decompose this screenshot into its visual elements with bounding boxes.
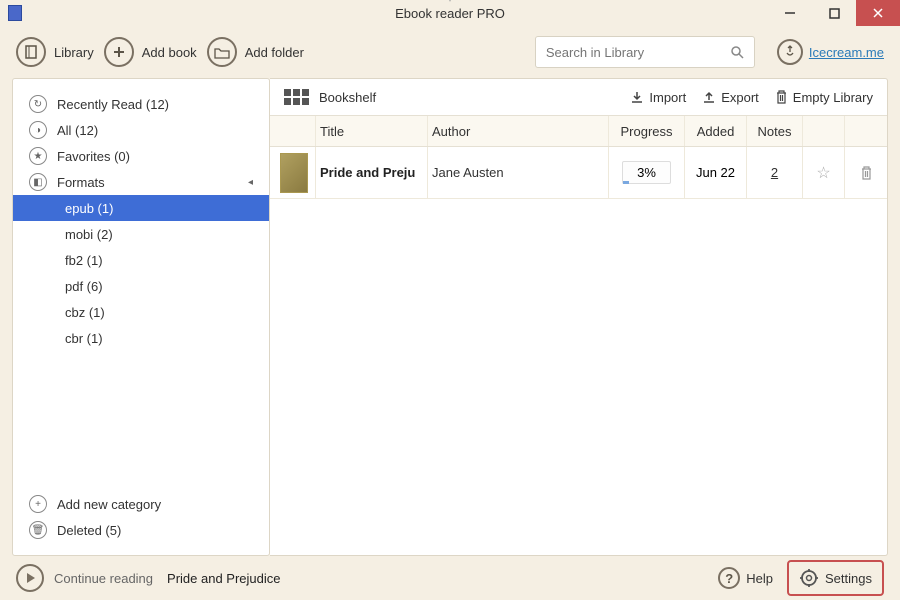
continue-label: Continue reading bbox=[54, 571, 153, 586]
sidebar-item-label: All (12) bbox=[57, 123, 98, 138]
add-folder-button[interactable]: Add folder bbox=[207, 37, 304, 67]
sidebar-item-recent[interactable]: ↻ Recently Read (12) bbox=[13, 91, 269, 117]
sidebar-item-label: Deleted (5) bbox=[57, 523, 121, 538]
export-icon bbox=[702, 90, 716, 104]
library-label: Library bbox=[54, 45, 94, 60]
close-button[interactable] bbox=[856, 0, 900, 26]
col-added[interactable]: ▾Added bbox=[685, 116, 747, 146]
sidebar-item-label: Recently Read (12) bbox=[57, 97, 169, 112]
import-button[interactable]: Import bbox=[630, 90, 686, 105]
add-book-button[interactable]: Add book bbox=[104, 37, 197, 67]
continue-title[interactable]: Pride and Prejudice bbox=[167, 571, 280, 586]
sidebar-deleted[interactable]: 🗑 Deleted (5) bbox=[13, 517, 269, 543]
sidebar-format-mobi[interactable]: mobi (2) bbox=[13, 221, 269, 247]
row-author: Jane Austen bbox=[428, 147, 609, 198]
app-icon bbox=[8, 5, 22, 21]
search-box[interactable] bbox=[535, 36, 755, 68]
minimize-button[interactable] bbox=[768, 0, 812, 26]
sidebar-add-category[interactable]: + Add new category bbox=[13, 491, 269, 517]
library-button[interactable]: Library bbox=[16, 37, 94, 67]
sidebar: ↻ Recently Read (12) ◑ All (12) ★ Favori… bbox=[12, 78, 270, 556]
sidebar-item-label: Favorites (0) bbox=[57, 149, 130, 164]
book-icon bbox=[16, 37, 46, 67]
star-icon: ★ bbox=[29, 147, 47, 165]
collapse-arrow-icon: ◂ bbox=[248, 177, 253, 188]
gear-icon bbox=[799, 568, 819, 588]
search-input[interactable] bbox=[546, 45, 730, 60]
row-notes[interactable]: 2 bbox=[771, 165, 778, 180]
shelf-toolbar: Bookshelf Import Export Empty Library bbox=[270, 79, 887, 115]
user-icon bbox=[777, 39, 803, 65]
add-folder-label: Add folder bbox=[245, 45, 304, 60]
all-icon: ◑ bbox=[29, 121, 47, 139]
sidebar-item-label: Add new category bbox=[57, 497, 161, 512]
sort-indicator-icon: ▾ bbox=[448, 0, 453, 5]
plus-icon bbox=[104, 37, 134, 67]
help-button[interactable]: ? Help bbox=[718, 567, 773, 589]
sidebar-format-fb2[interactable]: fb2 (1) bbox=[13, 247, 269, 273]
sidebar-item-formats[interactable]: ◧ Formats ◂ bbox=[13, 169, 269, 195]
window-title: Ebook reader PRO bbox=[395, 6, 505, 21]
help-icon: ? bbox=[718, 567, 740, 589]
add-book-label: Add book bbox=[142, 45, 197, 60]
row-progress: 3% bbox=[622, 161, 671, 184]
col-author[interactable]: Author bbox=[428, 116, 609, 146]
book-thumbnail[interactable] bbox=[280, 153, 308, 193]
favorite-star-icon[interactable]: ☆ bbox=[816, 163, 830, 183]
settings-button[interactable]: Settings bbox=[787, 560, 884, 596]
trash-icon bbox=[775, 90, 788, 104]
sidebar-item-favorites[interactable]: ★ Favorites (0) bbox=[13, 143, 269, 169]
recent-icon: ↻ bbox=[29, 95, 47, 113]
play-icon[interactable] bbox=[16, 564, 44, 592]
progress-bar bbox=[623, 181, 629, 184]
table-row[interactable]: Pride and Preju Jane Austen 3% Jun 22 2 … bbox=[270, 147, 887, 199]
table-header: Title Author Progress ▾Added Notes bbox=[270, 115, 887, 147]
col-notes[interactable]: Notes bbox=[747, 116, 803, 146]
sidebar-format-cbz[interactable]: cbz (1) bbox=[13, 299, 269, 325]
row-title: Pride and Preju bbox=[316, 147, 428, 198]
folder-plus-icon bbox=[207, 37, 237, 67]
row-added: Jun 22 bbox=[685, 147, 747, 198]
maximize-button[interactable] bbox=[812, 0, 856, 26]
user-link-text[interactable]: Icecream.me bbox=[809, 45, 884, 60]
delete-row-icon[interactable] bbox=[860, 166, 873, 180]
trash-icon: 🗑 bbox=[29, 521, 47, 539]
search-icon[interactable] bbox=[730, 45, 744, 59]
col-progress[interactable]: Progress bbox=[609, 116, 685, 146]
content: Bookshelf Import Export Empty Library Ti… bbox=[270, 78, 888, 556]
sidebar-format-pdf[interactable]: pdf (6) bbox=[13, 273, 269, 299]
plus-icon: + bbox=[29, 495, 47, 513]
shelf-label: Bookshelf bbox=[319, 90, 376, 105]
sidebar-format-epub[interactable]: epub (1) bbox=[13, 195, 269, 221]
empty-library-button[interactable]: Empty Library bbox=[775, 90, 873, 105]
export-button[interactable]: Export bbox=[702, 90, 759, 105]
doc-icon: ◧ bbox=[29, 173, 47, 191]
sidebar-format-cbr[interactable]: cbr (1) bbox=[13, 325, 269, 351]
col-title[interactable]: Title bbox=[316, 116, 428, 146]
grid-view-icon[interactable] bbox=[284, 89, 309, 105]
import-icon bbox=[630, 90, 644, 104]
sidebar-item-label: Formats bbox=[57, 175, 105, 190]
sidebar-item-all[interactable]: ◑ All (12) bbox=[13, 117, 269, 143]
bottom-bar: Continue reading Pride and Prejudice ? H… bbox=[0, 556, 900, 600]
toolbar: Library Add book Add folder Icecream.me bbox=[0, 26, 900, 78]
user-link[interactable]: Icecream.me bbox=[777, 39, 884, 65]
